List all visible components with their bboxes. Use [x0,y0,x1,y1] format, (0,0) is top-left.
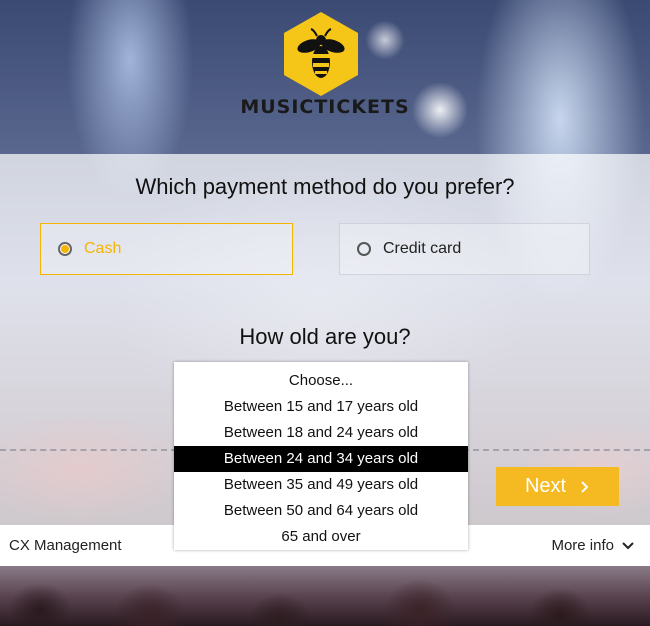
age-question: How old are you? [239,324,411,349]
payment-question: Which payment method do you prefer? [135,174,515,199]
footer-company: CX Management [9,537,122,554]
dropdown-option[interactable]: Between 15 and 17 years old [174,394,468,420]
payment-option-credit-card[interactable]: Credit card [339,223,590,275]
payment-option-label: Credit card [383,240,462,257]
payment-option-cash[interactable]: Cash [40,223,293,275]
chevron-right-icon [581,480,589,493]
dropdown-option[interactable]: 65 and over [174,524,468,550]
more-info-label: More info [551,537,614,554]
brand-name: MUSICTICKETS [240,96,410,118]
dropdown-option[interactable]: Between 35 and 49 years old [174,472,468,498]
radio-selected-icon[interactable] [58,242,72,256]
dropdown-option[interactable]: Choose... [174,368,468,394]
next-button-label: Next [524,475,567,497]
bee-icon [297,28,345,78]
radio-unselected-icon[interactable] [357,242,371,256]
payment-option-label: Cash [84,240,122,257]
age-dropdown-list[interactable]: Choose... Between 15 and 17 years old Be… [174,362,468,550]
dropdown-option[interactable]: Between 50 and 64 years old [174,498,468,524]
dropdown-option[interactable]: Between 18 and 24 years old [174,420,468,446]
chevron-down-icon [622,541,634,549]
more-info-button[interactable]: More info [551,537,634,554]
crowd-background [0,566,650,626]
next-button[interactable]: Next [496,467,619,506]
dropdown-option-highlighted[interactable]: Between 24 and 34 years old [174,446,468,472]
header: MUSICTICKETS [0,0,650,154]
